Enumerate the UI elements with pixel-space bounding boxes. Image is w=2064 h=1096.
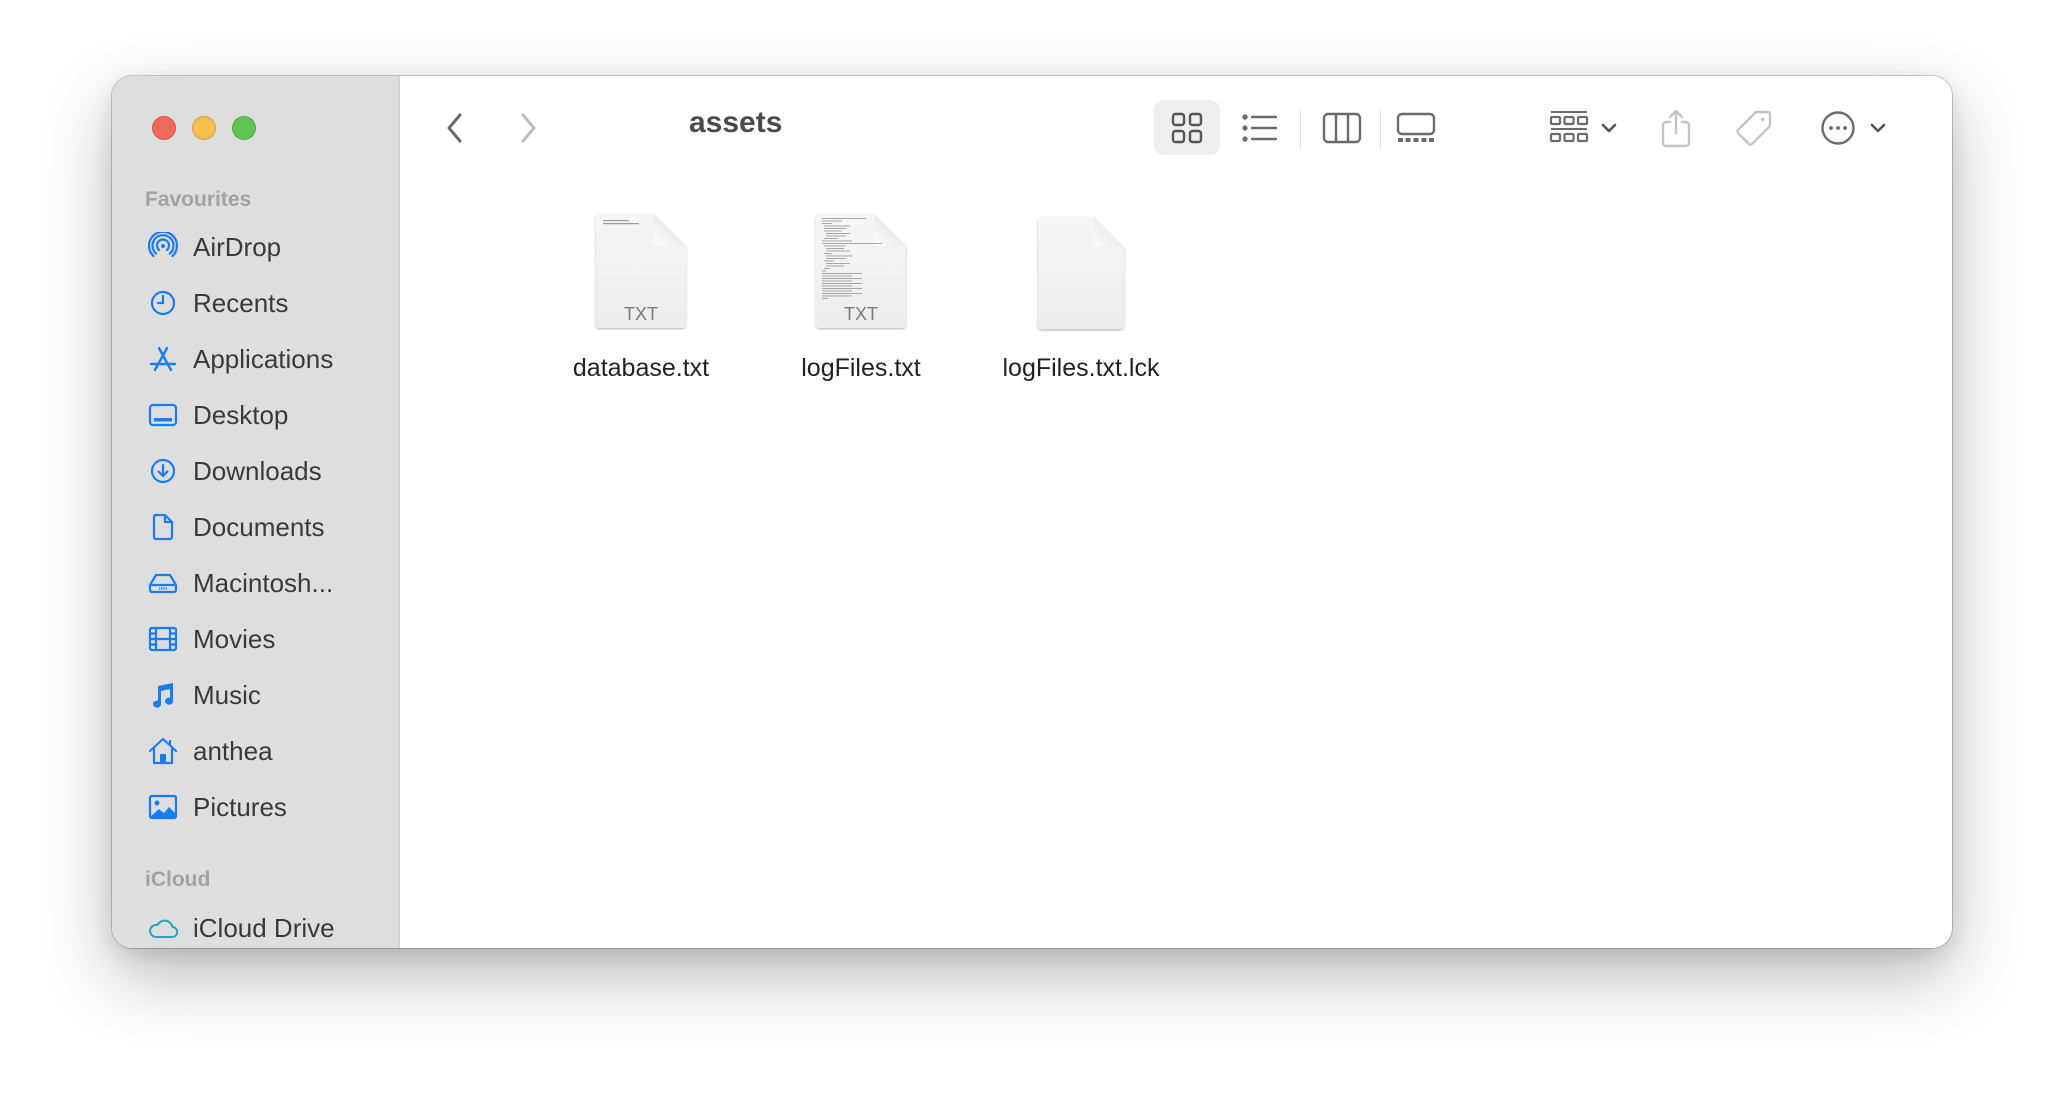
chevron-down-icon bbox=[1870, 123, 1886, 133]
sidebar-item-label: anthea bbox=[193, 735, 273, 766]
sidebar: Favourites AirDrop Recents Applications … bbox=[112, 76, 400, 948]
sidebar-item-airdrop[interactable]: AirDrop bbox=[112, 223, 399, 271]
toolbar-divider bbox=[1380, 110, 1381, 150]
share-button[interactable] bbox=[1654, 100, 1698, 155]
tag-button[interactable] bbox=[1732, 100, 1776, 155]
sidebar-item-label: Downloads bbox=[193, 455, 322, 486]
sidebar-item-label: AirDrop bbox=[193, 231, 282, 262]
file-item[interactable]: logFiles.txt.lck bbox=[981, 212, 1181, 382]
share-icon bbox=[1661, 108, 1691, 148]
sidebar-item-downloads[interactable]: Downloads bbox=[112, 447, 399, 495]
ellipsis-circle-icon bbox=[1820, 110, 1856, 146]
chevron-right-icon bbox=[518, 112, 538, 144]
sidebar-item-label: Movies bbox=[193, 623, 276, 654]
blank-document-icon bbox=[1037, 217, 1124, 329]
cloud-icon bbox=[148, 913, 178, 943]
sidebar-item-macintosh-hd[interactable]: Macintosh... bbox=[112, 559, 399, 607]
back-button[interactable] bbox=[442, 108, 468, 148]
icon-view-button[interactable] bbox=[1154, 100, 1220, 155]
more-actions-button[interactable] bbox=[1816, 100, 1890, 155]
applications-icon bbox=[148, 344, 178, 374]
finder-window: Favourites AirDrop Recents Applications … bbox=[112, 76, 1952, 948]
list-view-button[interactable] bbox=[1238, 100, 1282, 155]
sidebar-item-applications[interactable]: Applications bbox=[112, 335, 399, 383]
column-view-button[interactable] bbox=[1319, 100, 1365, 155]
music-note-icon bbox=[148, 680, 178, 710]
sidebar-item-label: iCloud Drive bbox=[193, 912, 335, 943]
chevron-left-icon bbox=[445, 112, 465, 144]
file-item[interactable]: TXT database.txt bbox=[541, 212, 741, 382]
tag-icon bbox=[1735, 109, 1773, 147]
section-label-icloud: iCloud bbox=[145, 868, 211, 891]
columns-icon bbox=[1322, 112, 1362, 144]
group-by-icon bbox=[1549, 110, 1589, 146]
sidebar-item-recents[interactable]: Recents bbox=[112, 279, 399, 327]
desktop-icon bbox=[148, 400, 178, 430]
sidebar-item-label: Documents bbox=[193, 511, 325, 542]
sidebar-item-label: Macintosh... bbox=[193, 567, 334, 598]
photo-icon bbox=[148, 792, 178, 822]
close-button[interactable] bbox=[152, 116, 176, 140]
sidebar-item-home[interactable]: anthea bbox=[112, 727, 399, 775]
file-name: logFiles.txt.lck bbox=[1002, 354, 1160, 382]
file-item[interactable]: TXT logFiles.txt bbox=[761, 212, 961, 382]
zoom-button[interactable] bbox=[232, 116, 256, 140]
sidebar-item-icloud-drive[interactable]: iCloud Drive bbox=[112, 904, 399, 948]
sidebar-item-label: Pictures bbox=[193, 791, 287, 822]
file-name: logFiles.txt bbox=[801, 354, 921, 382]
sidebar-item-desktop[interactable]: Desktop bbox=[112, 391, 399, 439]
gallery-icon bbox=[1396, 112, 1436, 144]
sidebar-item-label: Music bbox=[193, 679, 261, 710]
harddrive-icon bbox=[148, 568, 178, 598]
sidebar-item-pictures[interactable]: Pictures bbox=[112, 783, 399, 831]
sidebar-item-label: Desktop bbox=[193, 399, 289, 430]
file-name: database.txt bbox=[572, 354, 710, 382]
clock-icon bbox=[148, 288, 178, 318]
grid-icon bbox=[1171, 112, 1203, 144]
forward-button[interactable] bbox=[515, 108, 541, 148]
film-icon bbox=[148, 624, 178, 654]
sidebar-item-music[interactable]: Music bbox=[112, 671, 399, 719]
list-icon bbox=[1242, 113, 1278, 143]
sidebar-item-label: Applications bbox=[193, 343, 334, 374]
home-icon bbox=[148, 736, 178, 766]
group-by-button[interactable] bbox=[1543, 100, 1623, 155]
document-icon bbox=[148, 512, 178, 542]
download-icon bbox=[148, 456, 178, 486]
window-title: assets bbox=[689, 106, 783, 139]
airdrop-icon bbox=[148, 232, 178, 262]
gallery-view-button[interactable] bbox=[1393, 100, 1439, 155]
main-content: assets TXT database.txt TXT logFiles.txt… bbox=[400, 76, 1952, 948]
file-type-label: TXT bbox=[624, 304, 658, 324]
chevron-down-icon bbox=[1601, 123, 1617, 133]
sidebar-item-documents[interactable]: Documents bbox=[112, 503, 399, 551]
section-label-favourites: Favourites bbox=[145, 188, 252, 211]
file-type-label: TXT bbox=[844, 304, 878, 324]
sidebar-item-label: Recents bbox=[193, 287, 289, 318]
sidebar-item-movies[interactable]: Movies bbox=[112, 615, 399, 663]
toolbar-divider bbox=[1300, 110, 1301, 150]
minimize-button[interactable] bbox=[192, 116, 216, 140]
